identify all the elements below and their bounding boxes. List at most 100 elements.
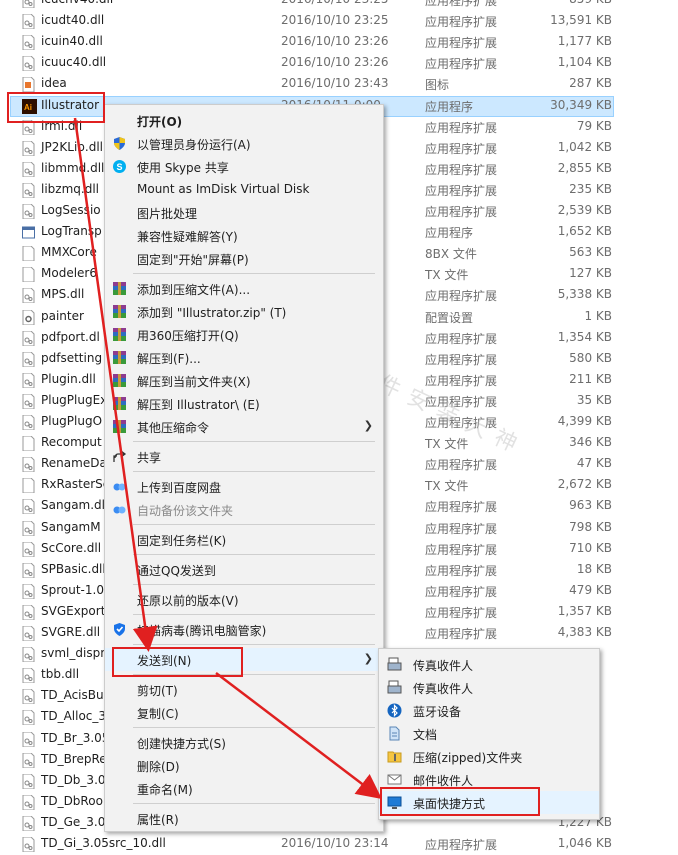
file-name: TD_DbRoo	[41, 793, 103, 808]
menu-item[interactable]: 其他压缩命令 ❯	[105, 415, 383, 438]
dll-icon	[22, 794, 35, 811]
menu-item[interactable]: 压缩(zipped)文件夹	[379, 745, 599, 768]
file-name: SVGRE.dll	[41, 625, 101, 639]
menu-item-label: 蓝牙设备	[413, 705, 462, 719]
dll-icon	[22, 161, 35, 178]
menu-item[interactable]: 以管理员身份运行(A)	[105, 132, 383, 155]
file-size: 211 KB	[569, 371, 612, 386]
menu-item[interactable]: 上传到百度网盘	[105, 475, 383, 498]
file-row[interactable]: icuuc40.dll 2016/10/10 23:26 应用程序扩展 1,104 K…	[0, 53, 678, 74]
file-date: 2016/10/10 23:26	[281, 55, 389, 70]
file-size: 30,349 KB	[550, 97, 612, 112]
chevron-right-icon: ❯	[363, 419, 373, 432]
menu-item-label: 打开(O)	[137, 115, 183, 129]
file-size: 4,399 KB	[557, 414, 612, 428]
dll-icon	[22, 562, 35, 579]
menu-separator	[133, 584, 375, 585]
documents-icon	[387, 726, 402, 741]
file-name: SPBasic.dll	[41, 561, 106, 576]
menu-item[interactable]: Mount as ImDisk Virtual Disk	[105, 178, 383, 201]
dll-icon	[22, 203, 35, 220]
menu-separator	[133, 441, 375, 442]
menu-item[interactable]: 解压到 Illustrator\ (E)	[105, 392, 383, 415]
menu-item[interactable]: 解压到(F)...	[105, 346, 383, 369]
menu-item[interactable]: 通过QQ发送到	[105, 558, 383, 581]
menu-item[interactable]: 共享	[105, 445, 383, 468]
menu-item-label: 创建快捷方式(S)	[137, 737, 226, 751]
menu-item[interactable]: 删除(D)	[105, 754, 383, 777]
file-size: 18 KB	[576, 561, 612, 576]
file-name: Plugin.dll	[41, 371, 96, 386]
menu-item[interactable]: 文档	[379, 722, 599, 745]
menu-item-label: 压缩(zipped)文件夹	[413, 751, 523, 765]
menu-item[interactable]: 还原以前的版本(V)	[105, 588, 383, 611]
dll-icon	[22, 13, 35, 30]
winrar-icon	[112, 304, 127, 319]
menu-item[interactable]: 剪切(T)	[105, 678, 383, 701]
menu-item[interactable]: 添加到 "Illustrator.zip" (T)	[105, 300, 383, 323]
menu-item-label: 添加到压缩文件(A)...	[137, 283, 251, 297]
menu-separator	[133, 273, 375, 274]
menu-item[interactable]: 创建快捷方式(S)	[105, 731, 383, 754]
dll-icon	[22, 520, 35, 536]
menu-item-label: 传真收件人	[413, 682, 474, 696]
menu-item[interactable]: S 使用 Skype 共享	[105, 155, 383, 178]
menu-item-label: 解压到 Illustrator\ (E)	[137, 398, 260, 412]
skype-icon: S	[112, 159, 127, 174]
menu-item-label: 通过QQ发送到	[137, 564, 216, 578]
file-name: RxRasterSe	[41, 477, 111, 492]
file-name: painter	[41, 308, 84, 323]
menu-item[interactable]: 解压到当前文件夹(X)	[105, 369, 383, 392]
winrar-icon	[112, 281, 127, 296]
menu-item[interactable]: 属性(R)	[105, 807, 383, 830]
menu-item[interactable]: 蓝牙设备	[379, 699, 599, 722]
file-name: ScCore.dll	[41, 540, 102, 555]
dll-icon	[22, 604, 35, 621]
winrar-icon	[112, 350, 127, 365]
dll-icon	[22, 625, 35, 642]
file-name: TD_Alloc_3	[41, 709, 107, 724]
menu-item[interactable]: 重命名(M)	[105, 777, 383, 800]
menu-item[interactable]: 打开(O)	[105, 109, 383, 132]
menu-item[interactable]: 兼容性疑难解答(Y)	[105, 224, 383, 247]
winrar-icon	[112, 396, 127, 411]
file-size: 346 KB	[569, 435, 612, 450]
menu-item-label: 扫描病毒(腾讯电脑管家)	[137, 624, 267, 638]
menu-separator	[133, 471, 375, 472]
menu-item[interactable]: 传真收件人	[379, 653, 599, 676]
menu-item[interactable]: 传真收件人	[379, 676, 599, 699]
menu-item-label: 添加到 "Illustrator.zip" (T)	[137, 306, 287, 320]
file-name: icuin40.dll	[41, 34, 103, 49]
settings-file-icon	[22, 309, 35, 325]
menu-item-label: 复制(C)	[137, 707, 179, 721]
file-size: 127 KB	[569, 266, 612, 281]
file-type: 应用程序扩展	[425, 205, 498, 219]
file-type: 应用程序扩展	[425, 542, 498, 557]
dll-icon	[22, 815, 35, 832]
menu-item[interactable]: 用360压缩打开(Q)	[105, 323, 383, 346]
menu-item-label: 剪切(T)	[137, 684, 178, 698]
menu-item[interactable]: 扫描病毒(腾讯电脑管家)	[105, 618, 383, 641]
menu-item[interactable]: 图片批处理	[105, 201, 383, 224]
file-size: 1,104 KB	[557, 55, 612, 70]
dll-icon	[22, 456, 35, 473]
dll-icon	[22, 498, 35, 515]
file-type: 应用程序扩展	[425, 373, 498, 388]
menu-item-label: 属性(R)	[137, 813, 179, 827]
menu-item[interactable]: 固定到"开始"屏幕(P)	[105, 247, 383, 270]
file-type: 8BX 文件	[425, 247, 477, 262]
file-row[interactable]: TD_Gi_3.05src_10.dll 2016/10/10 23:14 应用程序…	[0, 834, 678, 855]
file-row[interactable]: icudt40.dll 2016/10/10 23:25 应用程序扩展 13,591 …	[0, 11, 678, 32]
file-row[interactable]: icucnv40.dll 2016/10/10 23:25 应用程序扩展 859 KB	[0, 0, 678, 11]
menu-item-label: 文档	[413, 728, 438, 742]
menu-item[interactable]: 复制(C)	[105, 701, 383, 724]
winrar-icon	[112, 419, 127, 434]
file-name: TD_Gi_3.05src_10.dll	[41, 836, 166, 850]
menu-item[interactable]: 固定到任务栏(K)	[105, 528, 383, 551]
file-size: 859 KB	[569, 0, 612, 6]
file-row[interactable]: icuin40.dll 2016/10/10 23:26 应用程序扩展 1,177 K…	[0, 32, 678, 53]
menu-item[interactable]: 添加到压缩文件(A)...	[105, 277, 383, 300]
file-type: 配置设置	[425, 310, 474, 325]
dll-icon	[22, 34, 35, 51]
baidu-cloud-icon	[112, 502, 127, 517]
